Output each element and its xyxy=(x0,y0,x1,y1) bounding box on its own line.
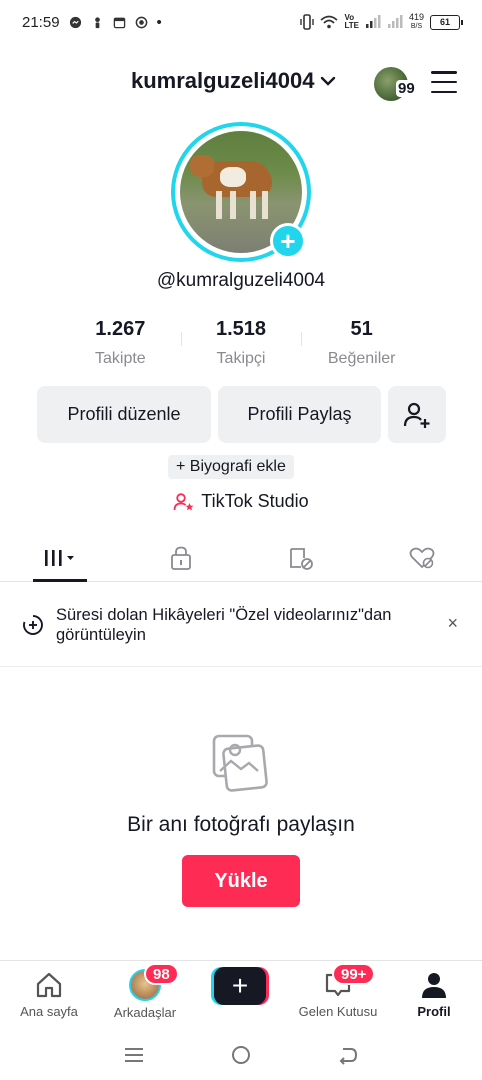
photo-stack-icon xyxy=(212,734,268,792)
stat-divider xyxy=(180,332,182,346)
menu-icon[interactable] xyxy=(431,71,457,93)
tab-liked[interactable] xyxy=(362,534,482,581)
bottom-nav: Ana sayfa Arkadaşlar 98 + Gelen Kutusu 9… xyxy=(0,960,482,1026)
vibrate-icon xyxy=(300,14,315,30)
nav-inbox[interactable]: Gelen Kutusu 99+ xyxy=(290,961,386,1027)
story-add-icon xyxy=(23,614,43,635)
create-button[interactable]: + xyxy=(211,967,269,1005)
nav-inbox-label: Gelen Kutusu xyxy=(298,1004,378,1019)
stat-label: Takipçi xyxy=(216,350,266,367)
add-friends-button[interactable] xyxy=(388,386,446,443)
profile-stats: 1.267 Takipte 1.518 Takipçi 51 Beğeniler xyxy=(60,318,422,368)
net-speed: 419 B/S xyxy=(408,12,424,31)
status-bar: 21:59 • Vo LTE 419 B/S 61 xyxy=(0,0,482,44)
status-time: 21:59 xyxy=(22,13,60,31)
recents-menu-icon[interactable] xyxy=(123,1046,145,1064)
back-icon[interactable] xyxy=(337,1045,359,1065)
system-nav xyxy=(0,1030,482,1080)
battery-icon: 61 xyxy=(430,14,463,30)
videos-grid-icon xyxy=(45,549,75,566)
tab-videos[interactable] xyxy=(0,534,121,582)
home-circle-icon[interactable] xyxy=(230,1044,252,1066)
tab-private[interactable] xyxy=(121,534,242,581)
stat-label: Beğeniler xyxy=(327,350,396,367)
stories-notice[interactable]: Süresi dolan Hikâyeleri "Özel videoların… xyxy=(0,583,482,667)
signal-icon xyxy=(365,15,381,28)
account-switcher[interactable]: kumralguzeli4004 xyxy=(131,68,336,94)
stat-likes[interactable]: 51 Beğeniler xyxy=(301,318,422,368)
reposts-icon xyxy=(290,547,314,570)
studio-label: TikTok Studio xyxy=(201,491,309,511)
person-icon xyxy=(94,16,100,28)
notice-text: Süresi dolan Hikâyeleri "Özel videoların… xyxy=(56,605,392,644)
add-person-icon xyxy=(403,402,430,428)
profile-header: kumralguzeli4004 99 xyxy=(0,62,482,106)
empty-state-title: Bir anı fotoğrafı paylaşın xyxy=(127,813,355,836)
nav-home-label: Ana sayfa xyxy=(20,1004,78,1019)
stat-value: 51 xyxy=(350,318,373,340)
friends-badge: 98 xyxy=(144,963,179,985)
status-right: Vo LTE 419 B/S 61 xyxy=(300,12,463,31)
wifi-icon xyxy=(320,15,339,29)
stat-value: 1.267 xyxy=(95,318,146,340)
stat-divider xyxy=(301,332,303,346)
stat-following[interactable]: 1.267 Takipte xyxy=(60,318,181,368)
nav-profile[interactable]: Profil xyxy=(408,961,460,1027)
username-title: kumralguzeli4004 xyxy=(131,68,315,93)
share-profile-button[interactable]: Profili Paylaş xyxy=(218,386,381,443)
profile-actions: Profili düzenle Profili Paylaş xyxy=(37,386,446,443)
record-icon xyxy=(135,16,147,28)
add-bio-label: + Biyografi ekle xyxy=(176,458,286,475)
nav-home[interactable]: Ana sayfa xyxy=(14,961,84,1027)
calendar-icon xyxy=(113,17,125,28)
plus-icon: + xyxy=(214,967,266,1005)
stat-followers[interactable]: 1.518 Takipçi xyxy=(180,318,302,368)
content-tabs xyxy=(0,534,482,582)
status-dot: • xyxy=(156,13,162,31)
tiktok-studio-link[interactable]: TikTok Studio xyxy=(0,491,482,512)
private-lock-icon xyxy=(170,546,191,570)
home-icon xyxy=(36,972,62,998)
chevron-down-icon xyxy=(321,76,336,86)
close-icon[interactable]: × xyxy=(447,613,458,634)
edit-profile-button[interactable]: Profili düzenle xyxy=(37,386,211,443)
nav-friends-label: Arkadaşlar xyxy=(113,1005,177,1020)
notification-count-badge: 99 xyxy=(396,80,417,97)
stat-label: Takipte xyxy=(94,350,146,367)
profile-handle: @kumralguzeli4004 xyxy=(156,270,326,291)
add-bio-button[interactable]: + Biyografi ekle xyxy=(168,455,294,479)
status-left: 21:59 • xyxy=(22,14,162,31)
studio-person-star-icon xyxy=(173,492,194,510)
profile-icon xyxy=(422,973,446,998)
volte-indicator: Vo LTE xyxy=(344,13,359,30)
messenger-icon xyxy=(69,16,81,28)
add-avatar-button[interactable]: + xyxy=(270,223,306,259)
nav-friends[interactable]: Arkadaşlar 98 xyxy=(108,961,182,1027)
upload-button[interactable]: Yükle xyxy=(182,855,300,907)
inbox-badge: 99+ xyxy=(332,963,376,985)
nav-profile-label: Profil xyxy=(417,1004,451,1019)
signal-icon-2 xyxy=(387,15,403,28)
tab-reposts[interactable] xyxy=(241,534,362,581)
liked-hidden-icon xyxy=(409,547,435,568)
stat-value: 1.518 xyxy=(215,318,267,340)
